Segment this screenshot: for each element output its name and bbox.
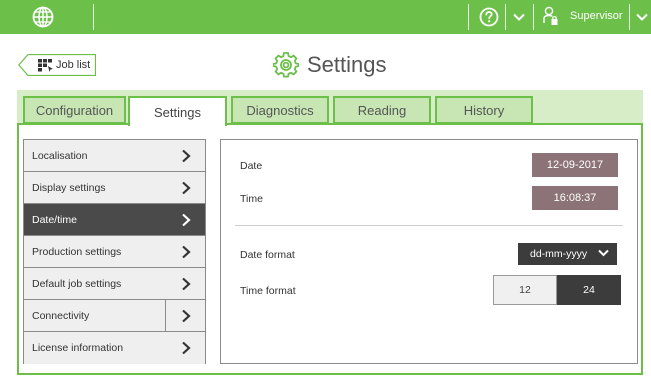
topbar-separator	[93, 4, 94, 30]
menu-item-production-settings[interactable]: Production settings	[24, 236, 205, 268]
job-list-icon	[38, 59, 53, 72]
help-circle-icon	[479, 7, 499, 27]
user-dropdown-button[interactable]	[632, 4, 651, 30]
time-format-option-label: 24	[583, 284, 595, 296]
time-format-24-button[interactable]: 24	[557, 275, 621, 305]
menu-item-display-settings[interactable]: Display settings	[24, 172, 205, 204]
topbar-separator	[629, 4, 630, 30]
job-list-back-button[interactable]: Job list	[18, 54, 96, 76]
page-title: Settings	[273, 50, 387, 80]
topbar-separator	[505, 4, 506, 30]
menu-item-label: Connectivity	[32, 309, 90, 322]
menu-item-label: Production settings	[32, 245, 122, 258]
tab-label: Settings	[154, 104, 201, 120]
tab-label: Configuration	[35, 102, 114, 118]
chevron-right-icon	[182, 245, 191, 259]
time-format-label: Time format	[240, 285, 296, 297]
menu-item-license-information[interactable]: License information	[24, 332, 205, 364]
chevron-down-icon	[598, 249, 609, 257]
help-button[interactable]	[476, 4, 502, 30]
globe-icon	[32, 6, 54, 28]
chevron-right-icon	[182, 149, 191, 163]
page-title-text: Settings	[307, 52, 387, 77]
menu-item-localisation[interactable]: Localisation	[24, 140, 205, 172]
tab-label: History	[463, 102, 505, 118]
date-value-text: 12-09-2017	[546, 159, 604, 171]
tab-settings[interactable]: Settings	[128, 96, 227, 126]
date-format-select[interactable]: dd-mm-yyyy	[518, 243, 617, 265]
language-button[interactable]	[14, 3, 72, 31]
tab-diagnostics[interactable]: Diagnostics	[231, 96, 329, 124]
chevron-down-icon	[635, 13, 648, 21]
menu-item-label: Display settings	[32, 181, 106, 194]
time-format-option-label: 12	[519, 284, 531, 296]
time-label: Time	[240, 193, 263, 205]
topbar-separator	[533, 4, 534, 30]
menu-item-default-job-settings[interactable]: Default job settings	[24, 268, 205, 300]
date-format-label: Date format	[240, 249, 295, 261]
menu-item-label: License information	[32, 342, 124, 354]
menu-item-label: Localisation	[32, 149, 88, 162]
menu-item-label: Default job settings	[32, 277, 122, 290]
chevron-right-icon	[182, 309, 191, 323]
job-list-label: Job list	[56, 59, 91, 71]
menu-item-connectivity[interactable]: Connectivity	[24, 300, 205, 332]
user-key-icon	[543, 6, 558, 25]
date-value[interactable]: 12-09-2017	[532, 153, 618, 177]
user-name[interactable]: Supervisor	[570, 10, 623, 22]
gear-icon	[273, 52, 299, 78]
top-bar: Supervisor	[0, 0, 651, 34]
chevron-right-icon	[182, 181, 191, 195]
time-format-12-button[interactable]: 12	[493, 275, 557, 305]
tab-reading[interactable]: Reading	[333, 96, 431, 124]
menu-item-separator	[165, 300, 166, 332]
chevron-right-icon	[182, 277, 191, 291]
chevron-right-icon	[182, 213, 191, 227]
user-button[interactable]	[540, 4, 562, 30]
date-label: Date	[240, 160, 263, 172]
tab-label: Diagnostics	[246, 102, 314, 118]
topbar-separator	[468, 4, 469, 30]
section-divider	[235, 225, 623, 226]
tab-history[interactable]: History	[435, 96, 533, 124]
time-value-text: 16:08:37	[553, 192, 597, 204]
menu-item-date-time[interactable]: Date/time	[24, 204, 205, 236]
menu-item-label: Date/time	[32, 213, 77, 226]
tab-configuration[interactable]: Configuration	[23, 96, 126, 124]
date-format-value: dd-mm-yyyy	[530, 248, 588, 260]
chevron-right-icon	[182, 341, 191, 355]
help-dropdown-button[interactable]	[508, 4, 530, 30]
settings-menu: Localisation Display settings Date/time …	[23, 139, 206, 364]
tab-label: Reading	[357, 102, 407, 118]
chevron-down-icon	[513, 13, 525, 21]
time-value[interactable]: 16:08:37	[532, 186, 618, 210]
